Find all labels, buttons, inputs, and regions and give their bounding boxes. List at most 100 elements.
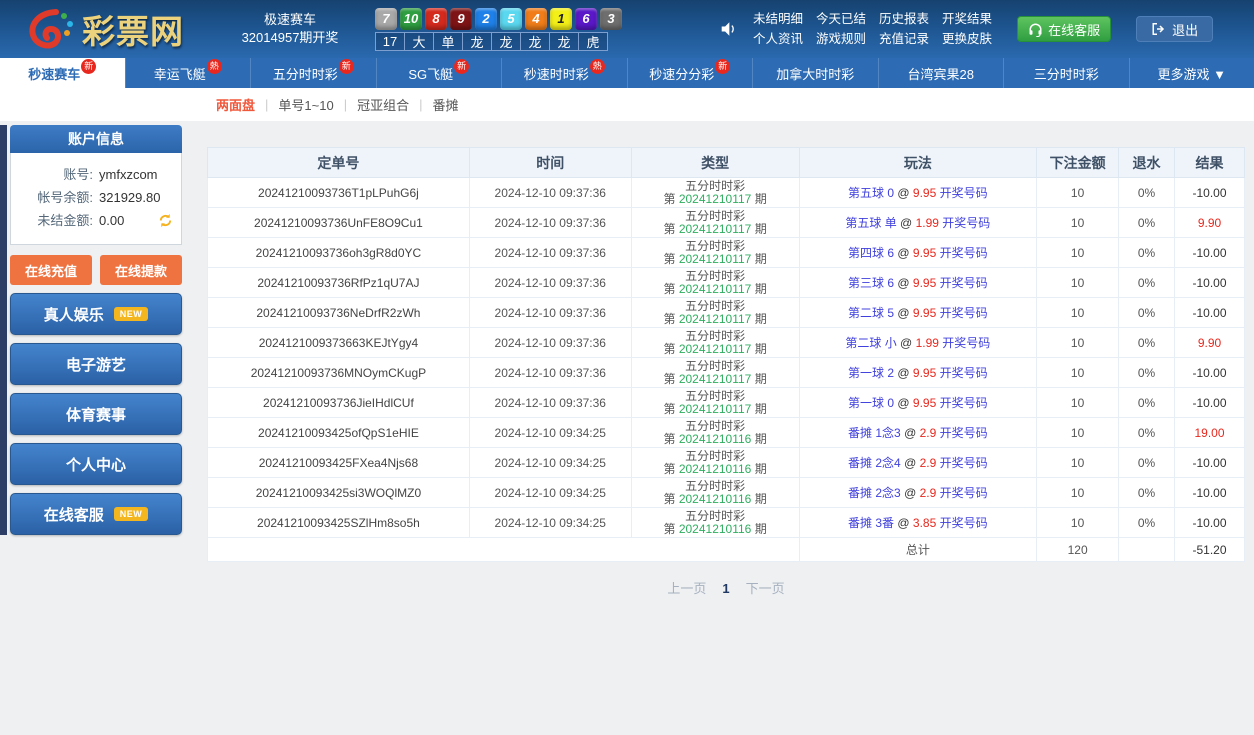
nav-tab[interactable]: 秒速赛车新 [0,58,125,88]
personal-center-button[interactable]: 个人中心 [10,443,182,485]
result-value: -10.00 [1174,237,1245,268]
draw-number-link[interactable]: 开奖号码 [940,486,988,500]
top-header: 彩票网 极速赛车 32014957期开奖 7 10 8 9 2 5 4 1 6 3 17 大单龙龙龙… [0,0,1254,58]
period-number: 20241210117 [678,311,752,326]
nav-tab[interactable]: SG飞艇新 [375,58,502,88]
account-value: ymfxzcom [99,167,158,182]
draw-number-link[interactable]: 开奖号码 [940,396,988,410]
hot-badge: 新 [454,58,470,74]
period-prefix: 第 [663,491,679,506]
page: 彩票网 极速赛车 32014957期开奖 7 10 8 9 2 5 4 1 6 3 17 大单龙龙龙… [0,0,1254,735]
subnav-item[interactable]: 两面盘 [216,95,255,114]
draw-number-link[interactable]: 开奖号码 [940,186,988,200]
bet-amount: 10 [1036,327,1120,358]
prev-page-button[interactable]: 上一页 [667,581,706,596]
customer-service-button[interactable]: 在线客服 NEW [10,493,182,535]
game-type-cell: 五分时时彩第 20241210117 期 [630,207,800,238]
draw-number-link[interactable]: 开奖号码 [940,246,988,260]
nav-tab-label: 三分时时彩 [1033,66,1099,82]
subnav-item[interactable]: 番摊 [433,95,459,114]
nav-tab[interactable]: 三分时时彩 [1003,58,1129,88]
nav-tab[interactable]: 幸运飞艇熱 [124,58,251,88]
odds-value: 9.95 [912,276,940,290]
subnav-item[interactable]: 单号1~10 [278,95,333,114]
game-type-cell: 五分时时彩第 20241210117 期 [630,297,800,328]
quick-links-row: 未结明细 今天已结 历史报表 开奖结果 [753,9,1005,29]
hot-badge: 新 [715,58,731,74]
bet-content: 第五球 单 [845,216,901,230]
hot-badge: 熱 [206,58,222,74]
result-value: -10.00 [1174,267,1245,298]
period-prefix: 第 [663,401,679,416]
draw-number-link[interactable]: 开奖号码 [940,276,988,290]
order-number: 20241210093425SZlHm8so5h [207,507,470,538]
header-link[interactable]: 更换皮肤 [942,29,992,49]
header-link[interactable]: 个人资讯 [753,29,803,49]
table-row: 20241210093736NeDrfR2zWh 2024-12-10 09:37… [207,297,1245,328]
next-page-button[interactable]: 下一页 [746,581,785,596]
at-sign: @ [904,456,920,470]
current-page[interactable]: 1 [722,581,729,596]
online-service-label: 在线客服 [1048,22,1101,38]
period-suffix: 期 [751,281,767,296]
header-link[interactable]: 今天已结 [816,9,866,29]
nav-tab[interactable]: 秒速分分彩新 [626,58,753,88]
rebate: 0% [1118,417,1175,448]
online-service-button[interactable]: 在线客服 [1017,16,1112,42]
nav-tab[interactable]: 五分时时彩新 [250,58,376,88]
lottery-ball: 9 [450,7,472,30]
order-number: 20241210093736RfPz1qU7AJ [207,267,470,298]
logout-button[interactable]: 退出 [1136,16,1214,42]
table-row: 20241210093736JieIHdlCUf 2024-12-10 09:37… [207,387,1245,418]
bet-content: 番摊 2念3 [848,486,905,500]
logo[interactable]: 彩票网 [0,5,240,53]
live-casino-button[interactable]: 真人娱乐 NEW [10,293,182,335]
draw-number-link[interactable]: 开奖号码 [942,336,990,350]
draw-number-link[interactable]: 开奖号码 [940,306,988,320]
draw-number-link[interactable]: 开奖号码 [940,516,988,530]
header-link[interactable]: 开奖结果 [942,9,992,29]
header-link[interactable]: 充值记录 [879,29,929,49]
table-row: 20241210093425ofQpS1eHIE 2024-12-10 09:34… [207,417,1245,448]
table-row: 20241210093736UnFE8O9Cu1 2024-12-10 09:37… [207,207,1245,238]
order-number: 20241210093736UnFE8O9Cu1 [207,207,470,238]
account-value: 321929.80 [99,190,161,205]
draw-number-link[interactable]: 开奖号码 [940,426,988,440]
header-link[interactable]: 历史报表 [879,9,929,29]
slots-button[interactable]: 电子游艺 [10,343,182,385]
hot-badge: 新 [81,58,97,74]
speaker-icon[interactable] [720,21,737,37]
result-summary-cell: 龙 [520,31,550,51]
header-link[interactable]: 游戏规则 [816,29,866,49]
sports-button[interactable]: 体育赛事 [10,393,182,435]
period-prefix: 第 [663,371,679,386]
play-detail-cell: 第四球 6 @ 9.95 开奖号码 [798,237,1038,268]
draw-number-link[interactable]: 开奖号码 [942,216,990,230]
subnav-item[interactable]: 冠亚组合 [357,95,409,114]
period-suffix: 期 [751,521,767,536]
nav-tab[interactable]: 台湾宾果28 [877,58,1004,88]
period-suffix: 期 [751,491,767,506]
nav-tab[interactable]: 加拿大时时彩 [752,58,878,88]
bet-content: 番摊 3番 [848,516,898,530]
refresh-icon[interactable] [158,213,173,228]
order-number: 20241210093736MNOymCKugP [207,357,470,388]
lottery-ball: 1 [550,7,572,30]
logo-swirl-icon [29,9,73,49]
period-suffix: 期 [751,311,767,326]
nav-tab-label: 台湾宾果28 [907,66,974,82]
draw-number-link[interactable]: 开奖号码 [940,456,988,470]
period-line: 第 20241210117 期 [636,311,795,326]
period-number: 20241210117 [678,281,752,296]
deposit-button[interactable]: 在线充值 [10,255,92,285]
withdraw-button[interactable]: 在线提款 [100,255,182,285]
play-detail-cell: 番摊 3番 @ 3.85 开奖号码 [798,507,1038,538]
period-prefix: 第 [663,251,679,266]
bet-time: 2024-12-10 09:37:36 [468,237,632,268]
menu-label: 在线客服 [43,506,104,524]
draw-number-link[interactable]: 开奖号码 [940,366,988,380]
nav-tab[interactable]: 秒速时时彩熱 [501,58,627,88]
header-link[interactable]: 未结明细 [753,9,803,29]
account-info-title: 账户信息 [10,125,182,153]
nav-tab[interactable]: 更多游戏 ▼ [1128,58,1254,88]
